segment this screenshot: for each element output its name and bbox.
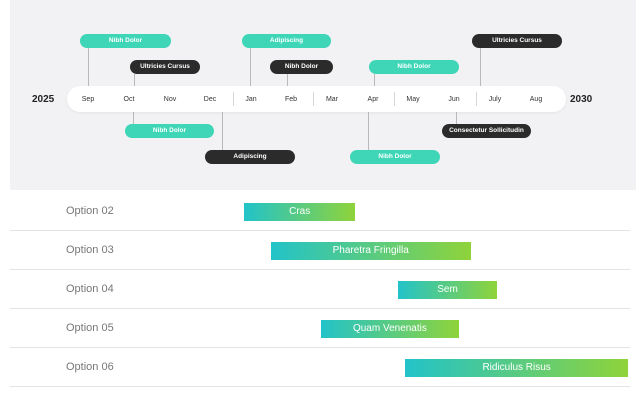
month-label: Mar [325,96,339,103]
event-connector [368,112,369,150]
month-label: Feb [284,96,298,103]
event-pill-above-3: Nibh Dolor [270,60,333,74]
gantt-row-label: Option 04 [66,283,114,295]
gantt-row-label: Option 05 [66,322,114,334]
event-pill-below-3: Consectetur Sollicitudin [442,124,531,138]
event-pill-below-0: Nibh Dolor [125,124,214,138]
gantt-row: Option 03 Pharetra Fringilla [10,232,630,270]
month-label: July [488,96,502,103]
month-label: Jun [448,96,460,103]
event-pill-above-1: Ultricies Cursus [130,60,200,74]
gantt-row: Option 05 Quam Venenatis [10,310,630,348]
event-connector [133,112,134,124]
gantt-row: Option 02 Cras [10,193,630,231]
month-label: May [406,96,420,103]
event-pill-above-5: Ultricies Cursus [472,34,562,48]
event-pill-above-0: Nibh Dolor [80,34,171,48]
event-connector [287,74,288,86]
gantt-task-bar: Cras [244,203,356,221]
event-pill-above-4: Nibh Dolor [369,60,459,74]
axis-divider [313,92,314,106]
gantt-task-bar: Sem [397,281,498,299]
gantt-row-label: Option 02 [66,205,114,217]
month-label: Jan [245,96,257,103]
event-connector [134,74,135,86]
axis-divider [476,92,477,106]
axis-divider [394,92,395,106]
event-pill-above-2: Adipiscing [242,34,331,48]
month-label: Nov [163,96,177,103]
gantt-row-label: Option 03 [66,244,114,256]
event-connector [456,112,457,124]
gantt-task-bar: Quam Venenatis [320,320,460,338]
event-connector [88,48,89,86]
gantt-row: Option 04 Sem [10,271,630,309]
month-label: Oct [123,96,135,103]
event-connector [250,48,251,86]
gantt-task-bar: Ridiculus Risus [405,359,628,377]
month-label: Sep [81,96,95,103]
gantt-task-bar: Pharetra Fringilla [270,242,471,260]
event-pill-below-1: Adipiscing [205,150,295,164]
gantt-row-label: Option 06 [66,361,114,373]
roadmap-canvas: 2025 2030 Sep Oct Nov Dec Jan Feb Mar Apr May Jun… [0,0,640,400]
year-end-label: 2030 [570,94,593,105]
event-connector [374,74,375,86]
event-connector [222,112,223,150]
gantt-row: Option 06 Ridiculus Risus [10,349,630,387]
month-label: Dec [203,96,217,103]
month-label: Aug [529,96,543,103]
axis-divider [233,92,234,106]
event-connector [480,48,481,86]
year-start-label: 2025 [32,94,55,105]
event-pill-below-2: Nibh Dolor [350,150,440,164]
month-label: Apr [367,96,379,103]
